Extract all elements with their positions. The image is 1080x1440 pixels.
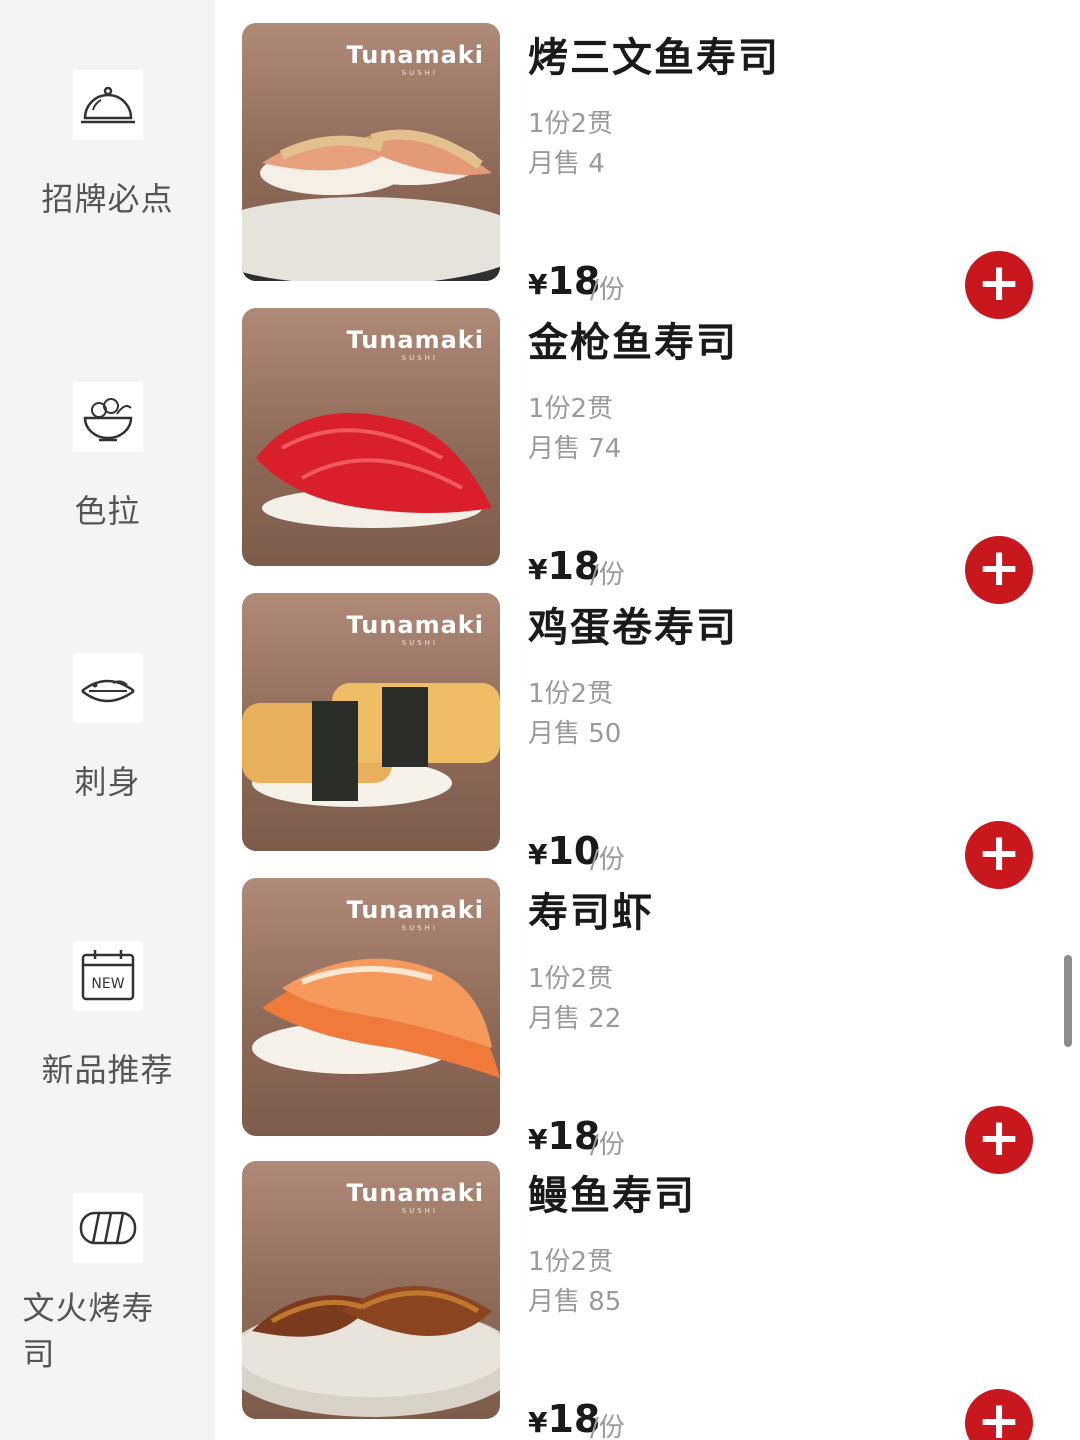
category-label: 文火烤寿司 <box>22 1289 155 1373</box>
product-spec: 1份2贯 <box>528 394 614 424</box>
product-name: 鳗鱼寿司 <box>528 1173 696 1219</box>
plus-icon: + <box>977 1391 1021 1440</box>
scrollbar[interactable] <box>1064 955 1072 1047</box>
product-spec: 1份2贯 <box>528 964 614 994</box>
plus-icon: + <box>977 253 1021 313</box>
product-card[interactable]: Tunamaki SUSHI 鳗鱼寿司 1份2贯 月售 85 ¥18 /份 + <box>215 1161 1080 1440</box>
new-calendar-icon: NEW <box>72 941 143 1011</box>
monthly-sales: 月售 4 <box>528 149 605 179</box>
brand-logo: Tunamaki <box>346 611 484 639</box>
grilled-sushi-icon <box>72 1193 143 1263</box>
product-image[interactable]: Tunamaki SUSHI <box>242 1161 500 1419</box>
brand-logo: Tunamaki <box>346 1179 484 1207</box>
product-card[interactable]: Tunamaki SUSHI 烤三文鱼寿司 1份2贯 月售 4 ¥18 /份 + <box>215 23 1080 319</box>
salad-bowl-icon <box>72 382 143 452</box>
sashimi-icon <box>72 653 143 723</box>
product-card[interactable]: Tunamaki SUSHI 金枪鱼寿司 1份2贯 月售 74 ¥18 /份 + <box>215 308 1080 604</box>
category-item-grilled[interactable]: 文火烤寿司 <box>0 1193 215 1377</box>
brand-logo-sub: SUSHI <box>401 924 438 932</box>
menu-screen: 招牌必点 色拉 刺身 NEW 新品推荐 文火烤寿司 Tunamaki SUSHI… <box>0 0 1080 1440</box>
product-name: 寿司虾 <box>528 890 654 936</box>
product-image[interactable]: Tunamaki SUSHI <box>242 23 500 281</box>
product-card[interactable]: Tunamaki SUSHI 寿司虾 1份2贯 月售 22 ¥18 /份 + <box>215 878 1080 1174</box>
add-to-cart-button[interactable]: + <box>965 1389 1033 1440</box>
product-name: 烤三文鱼寿司 <box>528 35 780 81</box>
monthly-sales: 月售 50 <box>528 719 622 749</box>
brand-logo-sub: SUSHI <box>401 69 438 77</box>
category-label: 新品推荐 <box>41 1051 174 1089</box>
plus-icon: + <box>977 1108 1021 1168</box>
svg-text:NEW: NEW <box>91 976 124 992</box>
brand-logo: Tunamaki <box>346 326 484 354</box>
category-item-sashimi[interactable]: 刺身 <box>0 653 215 803</box>
plus-icon: + <box>977 538 1021 598</box>
monthly-sales: 月售 22 <box>528 1004 622 1034</box>
product-card[interactable]: Tunamaki SUSHI 鸡蛋卷寿司 1份2贯 月售 50 ¥10 /份 + <box>215 593 1080 889</box>
monthly-sales: 月售 74 <box>528 434 622 464</box>
product-spec: 1份2贯 <box>528 1247 614 1277</box>
category-label: 刺身 <box>74 763 141 801</box>
category-item-signature[interactable]: 招牌必点 <box>0 70 215 220</box>
product-spec: 1份2贯 <box>528 679 614 709</box>
brand-logo-sub: SUSHI <box>401 1207 438 1215</box>
category-label: 招牌必点 <box>41 180 174 218</box>
product-name: 鸡蛋卷寿司 <box>528 605 738 651</box>
brand-logo: Tunamaki <box>346 41 484 69</box>
price-unit: /份 <box>590 560 625 590</box>
price-unit: /份 <box>590 275 625 305</box>
brand-logo: Tunamaki <box>346 896 484 924</box>
category-sidebar: 招牌必点 色拉 刺身 NEW 新品推荐 文火烤寿司 <box>0 0 215 1440</box>
product-list: Tunamaki SUSHI 烤三文鱼寿司 1份2贯 月售 4 ¥18 /份 + <box>215 0 1080 1440</box>
price-unit: /份 <box>590 1130 625 1160</box>
product-image[interactable]: Tunamaki SUSHI <box>242 593 500 851</box>
price-unit: /份 <box>590 1413 625 1440</box>
plus-icon: + <box>977 823 1021 883</box>
product-image[interactable]: Tunamaki SUSHI <box>242 878 500 1136</box>
monthly-sales: 月售 85 <box>528 1287 622 1317</box>
product-image[interactable]: Tunamaki SUSHI <box>242 308 500 566</box>
category-label: 色拉 <box>74 492 141 530</box>
category-item-new[interactable]: NEW 新品推荐 <box>0 941 215 1091</box>
price-unit: /份 <box>590 845 625 875</box>
cloche-icon <box>72 70 143 140</box>
brand-logo-sub: SUSHI <box>401 354 438 362</box>
category-item-salad[interactable]: 色拉 <box>0 382 215 532</box>
product-name: 金枪鱼寿司 <box>528 320 738 366</box>
brand-logo-sub: SUSHI <box>401 639 438 647</box>
product-spec: 1份2贯 <box>528 109 614 139</box>
